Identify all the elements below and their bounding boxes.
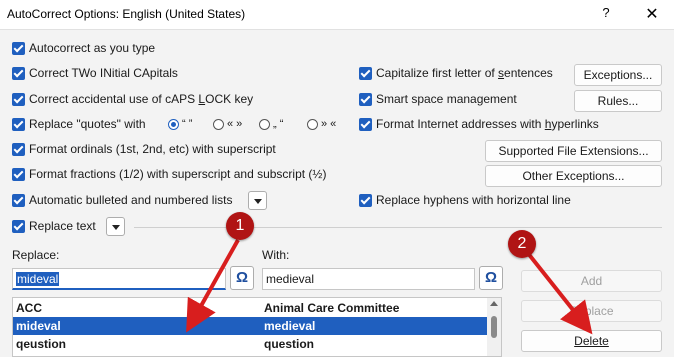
option-label: Format fractions (1/2) with superscript … [29, 167, 327, 181]
supported-file-extensions-button[interactable]: Supported File Extensions... [485, 140, 662, 162]
option-label: Replace hyphens with horizontal line [376, 193, 571, 207]
replace-input[interactable]: mideval [12, 268, 226, 290]
checkbox-checked-icon[interactable] [12, 117, 25, 131]
entry-replace: ACC [16, 301, 42, 315]
radio-label: « » [227, 118, 243, 130]
rules-button[interactable]: Rules... [574, 90, 662, 112]
checkbox-checked-icon[interactable] [359, 92, 372, 106]
radio-quote-style-2[interactable]: « » [213, 116, 242, 132]
radio-quote-style-1[interactable]: “ ” [168, 116, 192, 132]
checkbox-checked-icon[interactable] [359, 117, 372, 131]
checkbox-automatic-lists[interactable]: Automatic bulleted and numbered lists [12, 192, 232, 208]
replace-button[interactable]: Replace [521, 300, 662, 322]
checkbox-checked-icon[interactable] [12, 142, 25, 156]
checkbox-smart-space[interactable]: Smart space management [359, 91, 517, 107]
radio-label: » « [321, 118, 337, 130]
option-label: Correct accidental use of cAPS LOCK key [29, 92, 254, 106]
entry-replace: qeustion [16, 337, 66, 351]
help-icon[interactable]: ? [596, 5, 616, 25]
option-label: Smart space management [376, 92, 517, 106]
entry-replace: mideval [16, 319, 61, 333]
radio-selected-icon[interactable] [168, 118, 179, 130]
list-scrollbar[interactable] [487, 298, 501, 356]
other-exceptions-button[interactable]: Other Exceptions... [485, 165, 662, 187]
scroll-up-icon[interactable] [490, 301, 498, 306]
exceptions-button[interactable]: Exceptions... [574, 64, 662, 86]
checkbox-checked-icon[interactable] [12, 167, 25, 181]
radio-label: “ ” [182, 118, 193, 130]
option-label: Automatic bulleted and numbered lists [29, 193, 233, 207]
replace-input-value: mideval [16, 272, 60, 286]
option-label: Replace text [29, 219, 96, 233]
checkbox-replace-hyphens[interactable]: Replace hyphens with horizontal line [359, 192, 571, 208]
entry-with: medieval [264, 319, 316, 333]
checkbox-format-ordinals[interactable]: Format ordinals (1st, 2nd, etc) with sup… [12, 141, 276, 157]
close-icon[interactable]: ✕ [640, 4, 664, 26]
option-label: Autocorrect as you type [29, 41, 156, 55]
lists-dropdown-chevron-icon[interactable] [248, 191, 267, 210]
radio-icon[interactable] [307, 118, 318, 130]
checkbox-format-fractions[interactable]: Format fractions (1/2) with superscript … [12, 166, 326, 182]
checkbox-format-internet-addresses[interactable]: Format Internet addresses with hyperlink… [359, 116, 599, 132]
checkbox-checked-icon[interactable] [12, 219, 25, 233]
option-label: Correct TWo INitial CApitals [29, 66, 178, 80]
delete-button[interactable]: Delete [521, 330, 662, 352]
replace-special-character-icon[interactable]: Ω [230, 266, 254, 290]
checkbox-capitalize-sentences[interactable]: Capitalize first letter of sentences [359, 65, 553, 81]
checkbox-replace-quotes[interactable]: Replace "quotes" with [12, 116, 146, 132]
checkbox-caps-lock[interactable]: Correct accidental use of cAPS LOCK key [12, 91, 253, 107]
radio-quote-style-4[interactable]: » « [307, 116, 336, 132]
radio-quote-style-3[interactable]: „ “ [259, 116, 283, 132]
annotation-marker-2: 2 [508, 230, 536, 258]
checkbox-replace-text[interactable]: Replace text [12, 218, 96, 234]
option-label: Format Internet addresses with hyperlink… [376, 117, 599, 131]
checkbox-autocorrect-as-you-type[interactable]: Autocorrect as you type [12, 40, 155, 56]
list-item-selected[interactable]: mideval medieval [13, 317, 487, 335]
radio-icon[interactable] [213, 118, 224, 130]
window-title: AutoCorrect Options: English (United Sta… [7, 7, 246, 21]
autocorrect-entries-list[interactable]: ACC Animal Care Committee mideval mediev… [12, 297, 502, 357]
delete-button-label: Delete [574, 334, 609, 348]
option-label: Replace "quotes" with [29, 117, 146, 131]
with-label: With: [262, 248, 290, 262]
list-item[interactable]: qeustion question [13, 335, 487, 353]
entry-with: question [264, 337, 314, 351]
checkbox-checked-icon[interactable] [359, 66, 372, 80]
checkbox-checked-icon[interactable] [12, 193, 25, 207]
title-bar: AutoCorrect Options: English (United Sta… [0, 0, 674, 30]
checkbox-checked-icon[interactable] [12, 92, 25, 106]
checkbox-checked-icon[interactable] [12, 41, 25, 55]
with-input-value: medieval [266, 272, 315, 286]
list-item[interactable]: ACC Animal Care Committee [13, 299, 487, 317]
option-label: Capitalize first letter of sentences [376, 66, 553, 80]
radio-label: „ “ [273, 118, 284, 130]
radio-icon[interactable] [259, 118, 270, 130]
add-button[interactable]: Add [521, 270, 662, 292]
with-special-character-icon[interactable]: Ω [479, 266, 503, 290]
option-label: Format ordinals (1st, 2nd, etc) with sup… [29, 142, 276, 156]
entry-with: Animal Care Committee [264, 301, 400, 315]
with-input[interactable]: medieval [262, 268, 475, 290]
checkbox-checked-icon[interactable] [359, 193, 372, 207]
checkbox-checked-icon[interactable] [12, 66, 25, 80]
replace-label: Replace: [12, 248, 60, 262]
annotation-marker-1: 1 [226, 212, 254, 240]
checkbox-correct-two-initial-capitals[interactable]: Correct TWo INitial CApitals [12, 65, 178, 81]
scroll-thumb[interactable] [491, 316, 497, 338]
replace-text-dropdown-chevron-icon[interactable] [106, 217, 125, 236]
divider [134, 227, 662, 228]
